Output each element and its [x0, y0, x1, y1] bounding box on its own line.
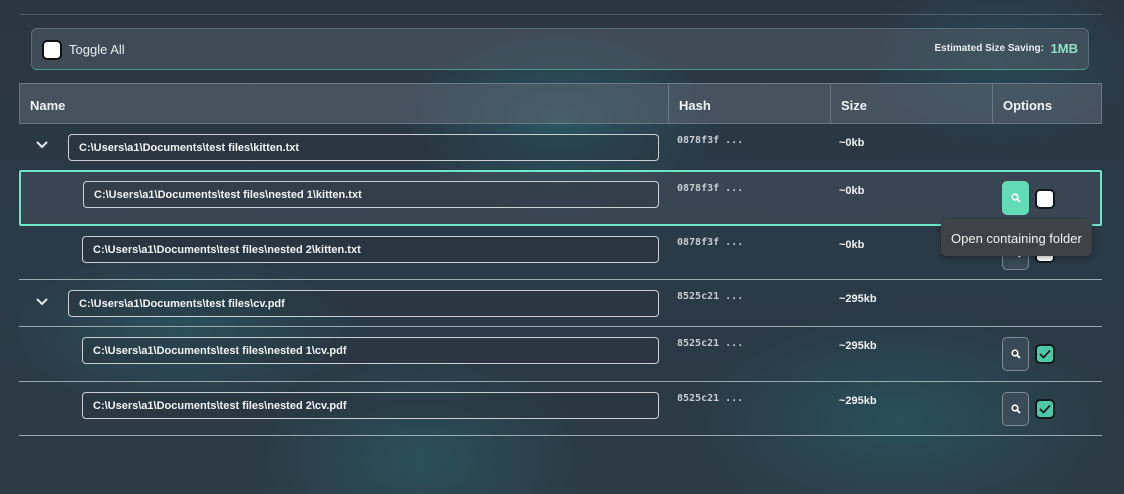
column-header-name[interactable]: Name — [20, 84, 669, 123]
hash-value: 8525c21 ... — [677, 338, 744, 349]
file-path-field[interactable]: C:\Users\a1\Documents\test files\nested … — [82, 236, 659, 263]
column-header-hash[interactable]: Hash — [669, 84, 831, 123]
toggle-all-checkbox[interactable] — [42, 40, 62, 60]
open-folder-button[interactable] — [1002, 392, 1029, 426]
size-value: ~0kb — [839, 239, 865, 251]
duplicate-row-selected[interactable]: C:\Users\a1\Documents\test files\nested … — [19, 170, 1102, 226]
table-header: Name Hash Size Options — [19, 83, 1102, 124]
column-header-size[interactable]: Size — [831, 84, 993, 123]
hash-value: 8525c21 ... — [677, 393, 744, 404]
column-header-options: Options — [1003, 98, 1053, 113]
size-value: ~0kb — [839, 185, 865, 197]
keep-checkbox[interactable] — [1035, 189, 1055, 209]
file-path-field[interactable]: C:\Users\a1\Documents\test files\nested … — [82, 392, 659, 419]
open-folder-tooltip: Open containing folder — [941, 219, 1092, 256]
group-row: C:\Users\a1\Documents\test files\cv.pdf … — [19, 280, 1102, 327]
open-folder-button[interactable] — [1002, 181, 1029, 215]
duplicate-row[interactable]: C:\Users\a1\Documents\test files\nested … — [19, 327, 1102, 382]
group-row: C:\Users\a1\Documents\test files\kitten.… — [19, 124, 1102, 171]
hash-value: 0878f3f ... — [677, 237, 744, 248]
chevron-down-icon[interactable] — [35, 297, 49, 307]
duplicate-row[interactable]: C:\Users\a1\Documents\test files\nested … — [19, 382, 1102, 436]
search-icon — [1010, 193, 1021, 203]
duplicate-row[interactable]: C:\Users\a1\Documents\test files\nested … — [19, 226, 1102, 280]
file-path-field[interactable]: C:\Users\a1\Documents\test files\kitten.… — [68, 134, 659, 161]
chevron-down-icon[interactable] — [35, 140, 49, 150]
hash-value: 8525c21 ... — [677, 291, 744, 302]
hash-value: 0878f3f ... — [677, 135, 744, 146]
check-icon — [1039, 349, 1051, 359]
file-path-field[interactable]: C:\Users\a1\Documents\test files\nested … — [82, 337, 659, 364]
size-saving-value: 1MB — [1050, 41, 1078, 56]
file-path-field[interactable]: C:\Users\a1\Documents\test files\nested … — [83, 181, 659, 208]
keep-checkbox-checked[interactable] — [1035, 399, 1055, 419]
size-value: ~295kb — [839, 395, 877, 407]
open-folder-button[interactable] — [1002, 337, 1029, 371]
toggle-all-label[interactable]: Toggle All — [69, 42, 125, 57]
check-icon — [1039, 404, 1051, 414]
size-value: ~0kb — [839, 137, 865, 149]
size-value: ~295kb — [839, 340, 877, 352]
size-value: ~295kb — [839, 293, 877, 305]
size-saving-label: Estimated Size Saving: — [934, 43, 1044, 54]
top-divider — [20, 14, 1102, 15]
search-icon — [1010, 349, 1021, 359]
keep-checkbox-checked[interactable] — [1035, 344, 1055, 364]
file-path-field[interactable]: C:\Users\a1\Documents\test files\cv.pdf — [68, 290, 659, 317]
toolbar: Toggle All Estimated Size Saving: 1MB — [31, 28, 1089, 70]
search-icon — [1010, 404, 1021, 414]
hash-value: 0878f3f ... — [677, 183, 744, 194]
